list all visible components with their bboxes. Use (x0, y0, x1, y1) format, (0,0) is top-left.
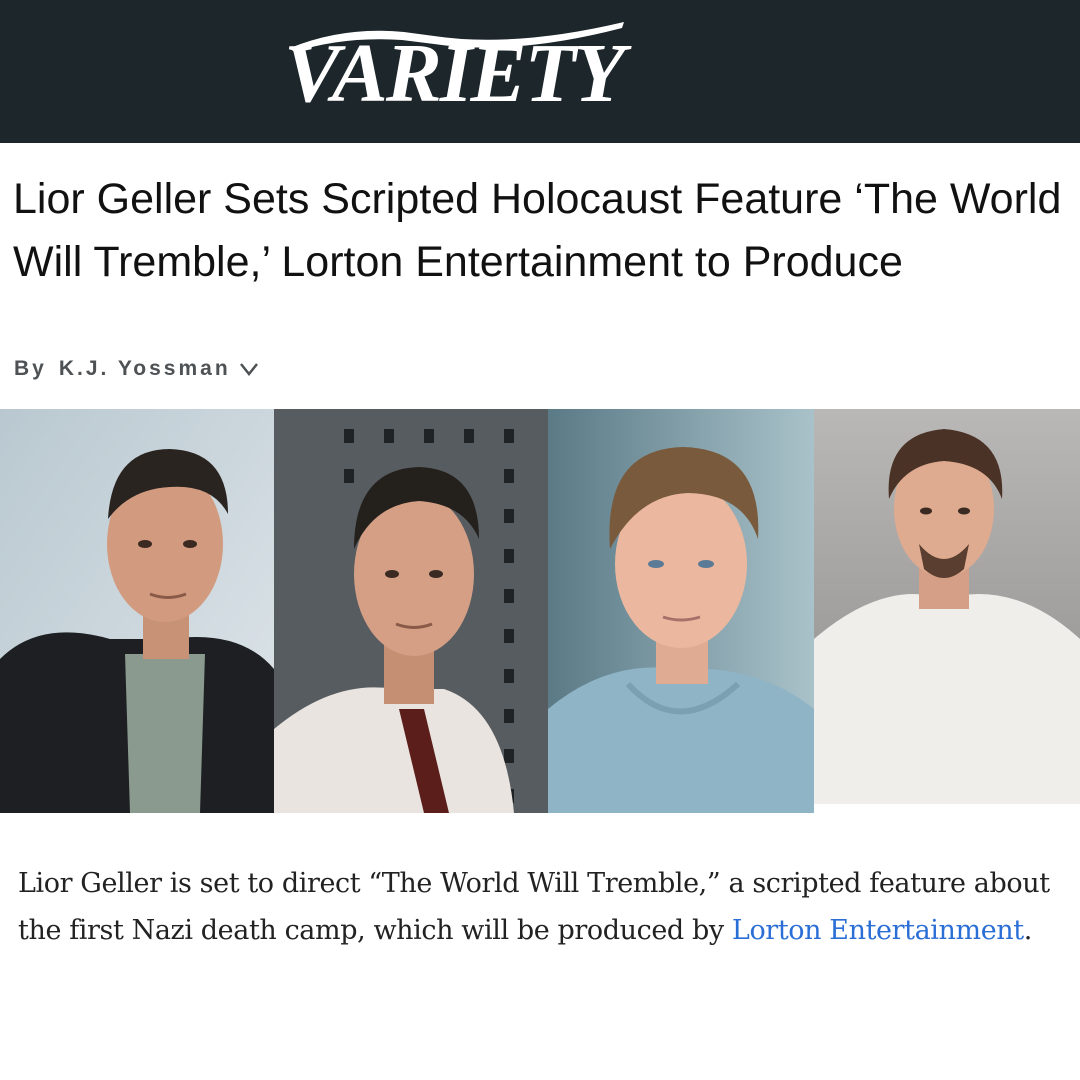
actor-photo-1 (0, 409, 274, 813)
byline-author[interactable]: K.J. Yossman (59, 357, 231, 381)
byline-prefix: By (14, 357, 47, 380)
cast-photo-collage (0, 409, 1080, 813)
logo-wordmark: VARIETY (284, 27, 625, 120)
chevron-down-icon[interactable] (239, 361, 259, 377)
article-lede: Lior Geller is set to direct “The World … (18, 860, 1058, 954)
article-headline: Lior Geller Sets Scripted Holocaust Feat… (13, 175, 1062, 286)
variety-logo[interactable]: VARIETY (284, 18, 629, 126)
actor-photo-2 (274, 409, 548, 813)
actor-photo-3 (548, 409, 814, 813)
masthead: VARIETY (0, 0, 1080, 143)
lorton-entertainment-link[interactable]: Lorton Entertainment (732, 915, 1024, 946)
actor-photo-4 (814, 409, 1080, 804)
lede-end: . (1023, 915, 1033, 946)
byline[interactable]: By K.J. Yossman (14, 354, 259, 384)
